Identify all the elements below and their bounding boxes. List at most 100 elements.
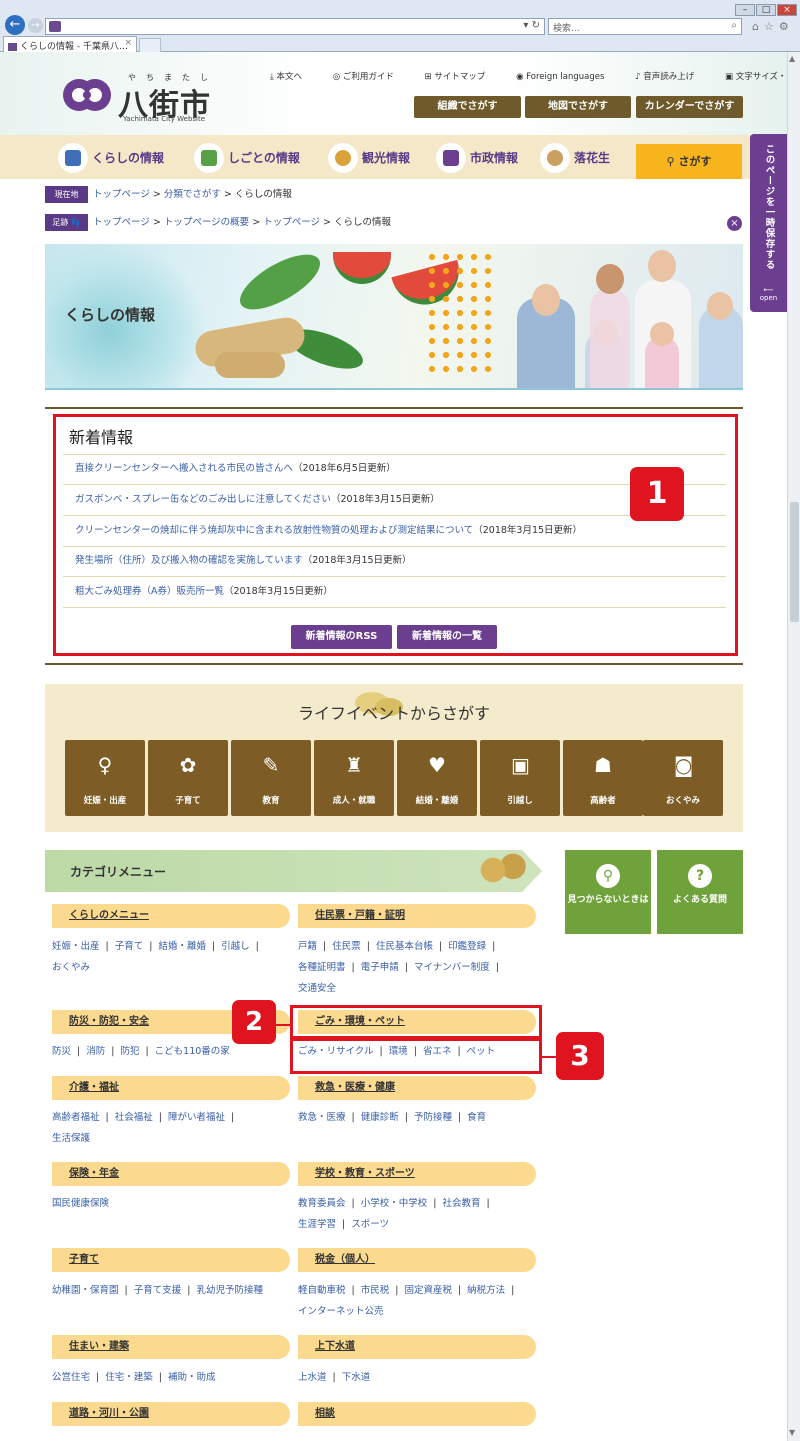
category-link[interactable]: 住民基本台帳 bbox=[376, 941, 433, 952]
category-link[interactable]: 市民税 bbox=[361, 1285, 390, 1296]
life-event-childcare[interactable]: ✿ 子育て bbox=[148, 740, 228, 816]
foreign-languages-link[interactable]: ◉ Foreign languages bbox=[516, 72, 618, 82]
browser-search-input[interactable]: 検索... ⌕ bbox=[548, 18, 742, 35]
category-link[interactable]: 戸籍 bbox=[298, 941, 317, 952]
category-link[interactable]: 交通安全 bbox=[298, 983, 336, 994]
side-tab-open[interactable]: ⟵ open bbox=[750, 286, 787, 302]
browser-toolbar-icons[interactable]: ⌂☆⚙ bbox=[752, 20, 794, 33]
category-link[interactable]: 納税方法 bbox=[467, 1285, 505, 1296]
nav-living-info[interactable]: くらしの情報 bbox=[58, 143, 164, 173]
category-link[interactable]: 幼稚園・保育園 bbox=[52, 1285, 119, 1296]
category-link[interactable]: 防犯 bbox=[120, 1046, 139, 1057]
font-size-link[interactable]: ▣ 文字サイズ・色合い変更 bbox=[725, 72, 787, 82]
category-link[interactable]: 補助・助成 bbox=[168, 1372, 216, 1383]
nav-city-government[interactable]: 市政情報 bbox=[436, 143, 518, 173]
sitemap-link[interactable]: ⊞ サイトマップ bbox=[425, 72, 500, 82]
category-link[interactable]: 電子申請 bbox=[361, 962, 399, 973]
address-tools[interactable]: ▾ ↻ bbox=[523, 20, 540, 31]
footprint-link[interactable]: トップページの概要 bbox=[164, 217, 249, 228]
nav-tourism-info[interactable]: 観光情報 bbox=[328, 143, 410, 173]
category-link[interactable]: 公営住宅 bbox=[52, 1372, 90, 1383]
category-link[interactable]: 生活保護 bbox=[52, 1133, 90, 1144]
category-link[interactable]: 子育て bbox=[115, 941, 144, 952]
forward-button[interactable]: → bbox=[28, 18, 43, 33]
category-link[interactable]: 固定資産税 bbox=[404, 1285, 452, 1296]
news-link[interactable]: 粗大ごみ処理券（A券）販売所一覧 bbox=[75, 586, 224, 597]
category-link[interactable]: こども110番の家 bbox=[155, 1046, 230, 1057]
category-link[interactable]: 乳幼児予防接種 bbox=[196, 1285, 263, 1296]
city-logo-icon[interactable] bbox=[62, 78, 112, 112]
news-link[interactable]: 直接クリーンセンターへ搬入される市民の皆さんへ bbox=[75, 463, 293, 474]
search-icon[interactable]: ⌕ bbox=[731, 20, 737, 31]
category-link[interactable]: 国民健康保険 bbox=[52, 1198, 109, 1209]
search-by-calendar-button[interactable]: カレンダーでさがす bbox=[636, 96, 743, 118]
category-link[interactable]: 軽自動車税 bbox=[298, 1285, 346, 1296]
life-event-education[interactable]: ✎ 教育 bbox=[231, 740, 311, 816]
life-event-condolence[interactable]: ◙ おくやみ bbox=[643, 740, 723, 816]
search-by-map-button[interactable]: 地図でさがす bbox=[525, 96, 631, 118]
category-link[interactable]: 救急・医療 bbox=[298, 1112, 346, 1123]
category-link[interactable]: 結婚・離婚 bbox=[158, 941, 206, 952]
category-link[interactable]: 妊娠・出産 bbox=[52, 941, 100, 952]
category-link[interactable]: インターネット公売 bbox=[298, 1306, 384, 1317]
not-found-help-button[interactable]: ⚲ 見つからないときは bbox=[565, 850, 651, 934]
address-bar[interactable]: ▾ ↻ bbox=[45, 18, 545, 35]
category-link[interactable]: 上水道 bbox=[298, 1372, 327, 1383]
life-event-pregnancy[interactable]: ♀ 妊娠・出産 bbox=[65, 740, 145, 816]
category-head-tax[interactable]: 税金（個人） bbox=[298, 1248, 536, 1272]
category-link[interactable]: 健康診断 bbox=[361, 1112, 399, 1123]
category-link[interactable]: 社会福祉 bbox=[115, 1112, 153, 1123]
category-head-water[interactable]: 上下水道 bbox=[298, 1335, 536, 1359]
nav-peanuts[interactable]: 落花生 bbox=[540, 143, 610, 173]
news-link[interactable]: クリーンセンターの焼却に伴う焼却灰中に含まれる放射性物質の処理および測定結果につ… bbox=[75, 525, 473, 536]
category-link[interactable]: 防災 bbox=[52, 1046, 71, 1057]
category-link[interactable]: 印鑑登録 bbox=[448, 941, 486, 952]
category-link[interactable]: 食育 bbox=[467, 1112, 486, 1123]
scroll-up-icon[interactable]: ▲ bbox=[789, 54, 795, 63]
category-link[interactable]: 各種証明書 bbox=[298, 962, 346, 973]
footprint-link[interactable]: トップページ bbox=[263, 217, 320, 228]
minimize-button[interactable]: – bbox=[735, 4, 755, 16]
category-link[interactable]: 障がい者福祉 bbox=[168, 1112, 225, 1123]
category-link[interactable]: 高齢者福祉 bbox=[52, 1112, 100, 1123]
category-head-residence[interactable]: 住民票・戸籍・証明 bbox=[298, 904, 536, 928]
read-aloud-link[interactable]: ♪ 音声読み上げ bbox=[635, 72, 708, 82]
category-link[interactable]: 小学校・中学校 bbox=[361, 1198, 428, 1209]
category-link[interactable]: 消防 bbox=[86, 1046, 105, 1057]
save-page-side-tab[interactable]: このページを一時保存する ⟵ open bbox=[750, 134, 787, 312]
vertical-scrollbar[interactable]: ▲ ▼ bbox=[787, 52, 800, 1441]
breadcrumb-link[interactable]: 分類でさがす bbox=[164, 189, 221, 200]
category-link[interactable]: マイナンバー制度 bbox=[414, 962, 490, 973]
back-button[interactable]: ← bbox=[5, 15, 25, 35]
life-event-marriage[interactable]: ♥ 結婚・離婚 bbox=[397, 740, 477, 816]
category-head-living[interactable]: くらしのメニュー bbox=[52, 904, 290, 928]
category-link[interactable]: 子育て支援 bbox=[134, 1285, 182, 1296]
category-head-medical[interactable]: 救急・医療・健康 bbox=[298, 1076, 536, 1100]
nav-work-info[interactable]: しごとの情報 bbox=[194, 143, 300, 173]
category-link[interactable]: 住宅・建築 bbox=[105, 1372, 153, 1383]
news-link[interactable]: 発生場所（住所）及び搬入物の確認を実施しています bbox=[75, 555, 303, 566]
scroll-thumb[interactable] bbox=[790, 502, 799, 622]
new-tab-button[interactable] bbox=[139, 38, 161, 52]
category-head-childcare[interactable]: 子育て bbox=[52, 1248, 290, 1272]
life-event-elderly[interactable]: ☗ 高齢者 bbox=[563, 740, 643, 816]
category-link[interactable]: 予防接種 bbox=[414, 1112, 452, 1123]
tab-close-icon[interactable]: × bbox=[124, 38, 132, 48]
category-head-insurance[interactable]: 保険・年金 bbox=[52, 1162, 290, 1186]
category-head-welfare[interactable]: 介護・福祉 bbox=[52, 1076, 290, 1100]
category-head-housing[interactable]: 住まい・建築 bbox=[52, 1335, 290, 1359]
category-link[interactable]: 引越し bbox=[221, 941, 250, 952]
close-window-button[interactable]: × bbox=[777, 4, 797, 16]
search-by-organization-button[interactable]: 組織でさがす bbox=[414, 96, 521, 118]
category-head-consultation[interactable]: 相談 bbox=[298, 1402, 536, 1426]
maximize-button[interactable]: □ bbox=[756, 4, 776, 16]
browser-tab[interactable]: くらしの情報 - 千葉県八… × bbox=[3, 36, 137, 52]
footprint-link[interactable]: トップページ bbox=[93, 217, 150, 228]
category-head-school[interactable]: 学校・教育・スポーツ bbox=[298, 1162, 536, 1186]
news-rss-button[interactable]: 新着情報のRSS bbox=[291, 625, 392, 649]
news-link[interactable]: ガスボンベ・スプレー缶などのごみ出しに注意してください bbox=[75, 494, 331, 505]
category-link[interactable]: おくやみ bbox=[52, 962, 90, 973]
category-link[interactable]: 下水道 bbox=[342, 1372, 371, 1383]
category-link[interactable]: 住民票 bbox=[332, 941, 361, 952]
skip-to-content-link[interactable]: ⤓ 本文へ bbox=[270, 72, 316, 82]
